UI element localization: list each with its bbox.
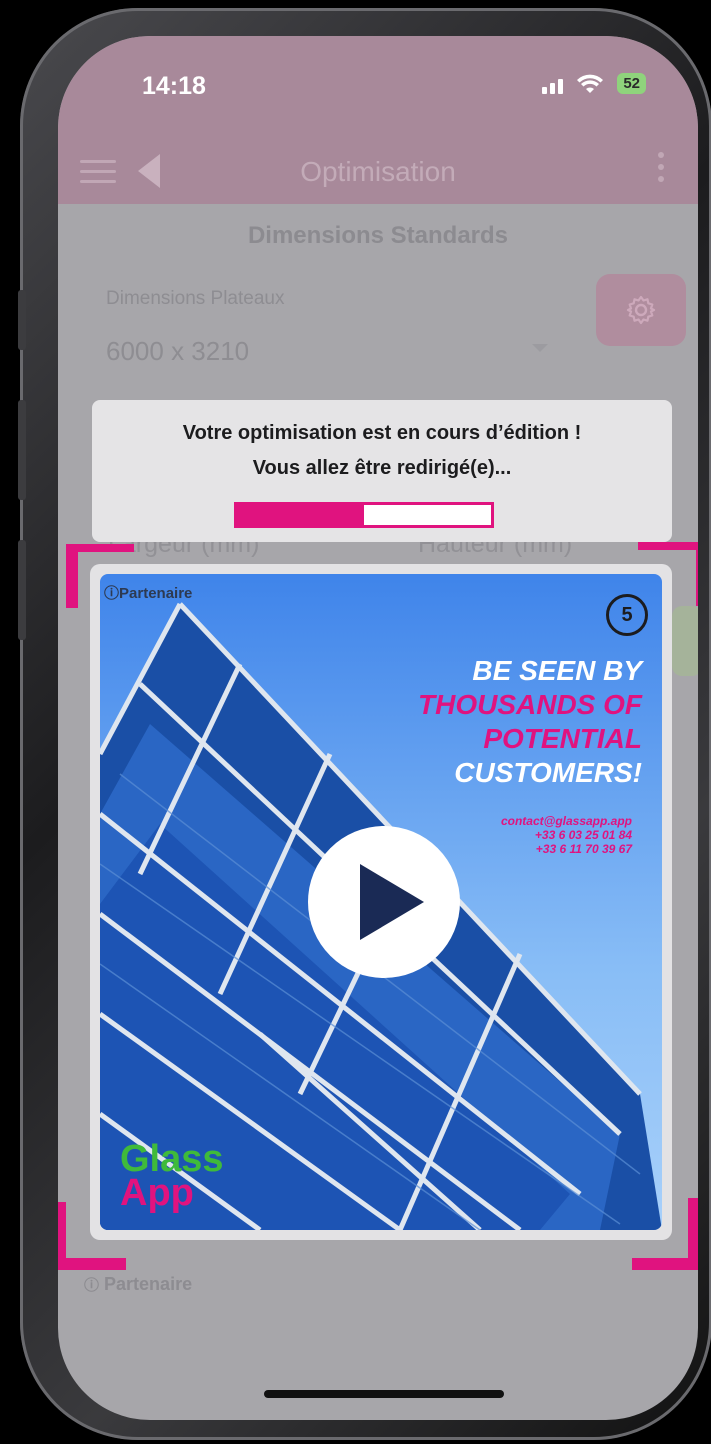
ad-headline: BE SEEN BY THOUSANDS OF POTENTIAL CUSTOM… bbox=[418, 654, 642, 790]
app-bar: Optimisation bbox=[58, 140, 698, 204]
gear-icon bbox=[626, 295, 656, 325]
ad-email[interactable]: contact@glassapp.app bbox=[501, 814, 632, 828]
ad-partner-tag: ⓘPartenaire bbox=[104, 585, 193, 602]
corner-top-left-vertical bbox=[66, 544, 78, 608]
volume-down-button bbox=[18, 540, 26, 640]
headline-line-1: BE SEEN BY bbox=[472, 655, 642, 686]
footer-partner: ⓘ Partenaire bbox=[84, 1274, 193, 1294]
silent-switch bbox=[18, 290, 26, 350]
toast-message: Votre optimisation est en cours d’éditio… bbox=[182, 422, 582, 444]
countdown-timer: 5 bbox=[606, 594, 648, 636]
home-indicator[interactable] bbox=[264, 1390, 504, 1398]
play-icon bbox=[360, 864, 424, 940]
ad-card[interactable]: ⓘPartenaire 5 BE SEEN BY THOUSANDS OF PO… bbox=[90, 564, 672, 1240]
progress-bar bbox=[234, 502, 494, 528]
action-button[interactable] bbox=[672, 606, 698, 676]
headline-line-3: POTENTIAL bbox=[483, 723, 642, 754]
signal-icon bbox=[542, 74, 564, 94]
headline-line-2: THOUSANDS OF bbox=[418, 689, 642, 720]
page-title: Optimisation bbox=[300, 156, 456, 187]
section-title: Dimensions Standards bbox=[247, 222, 509, 249]
settings-button[interactable] bbox=[596, 274, 686, 346]
play-button[interactable] bbox=[308, 826, 460, 978]
corner-bottom-left bbox=[58, 1258, 126, 1270]
ad-phone-2[interactable]: +33 6 11 70 39 67 bbox=[501, 842, 632, 856]
more-icon[interactable] bbox=[658, 152, 664, 182]
progress-fill bbox=[237, 505, 364, 525]
screen: 14:18 52 Optimisation Dimensions Standar… bbox=[58, 36, 698, 1420]
ad-video[interactable]: ⓘPartenaire 5 BE SEEN BY THOUSANDS OF PO… bbox=[100, 574, 662, 1230]
ad-contact: contact@glassapp.app +33 6 03 25 01 84 +… bbox=[501, 814, 632, 856]
plateau-select[interactable]: 6000 x 3210 bbox=[106, 336, 249, 367]
headline-line-4: CUSTOMERS! bbox=[454, 757, 642, 788]
ad-phone-1[interactable]: +33 6 03 25 01 84 bbox=[501, 828, 632, 842]
info-icon: ⓘ bbox=[104, 585, 120, 602]
status-icons: 52 bbox=[542, 73, 646, 94]
plateau-label: Dimensions Plateaux bbox=[106, 288, 285, 309]
status-time: 14:18 bbox=[142, 72, 206, 100]
wifi-icon bbox=[577, 74, 604, 93]
progress-toast: Votre optimisation est en cours d’éditio… bbox=[92, 400, 672, 542]
corner-top-right-vertical bbox=[696, 542, 698, 606]
corner-bottom-left-vertical bbox=[58, 1202, 66, 1270]
status-bar: 14:18 52 bbox=[58, 36, 698, 140]
battery-icon: 52 bbox=[617, 73, 646, 94]
corner-bottom-right-vertical bbox=[688, 1198, 698, 1270]
corner-top-right bbox=[638, 542, 698, 550]
logo-glass: Glass bbox=[120, 1138, 224, 1180]
logo-app: App bbox=[120, 1172, 194, 1214]
toast-redirect-message: Vous allez être redirigé(e)... bbox=[252, 457, 512, 479]
info-icon: ⓘ bbox=[84, 1277, 100, 1294]
glassapp-logo: Glass App bbox=[120, 1138, 224, 1214]
chevron-down-icon[interactable] bbox=[532, 344, 548, 352]
volume-up-button bbox=[18, 400, 26, 500]
